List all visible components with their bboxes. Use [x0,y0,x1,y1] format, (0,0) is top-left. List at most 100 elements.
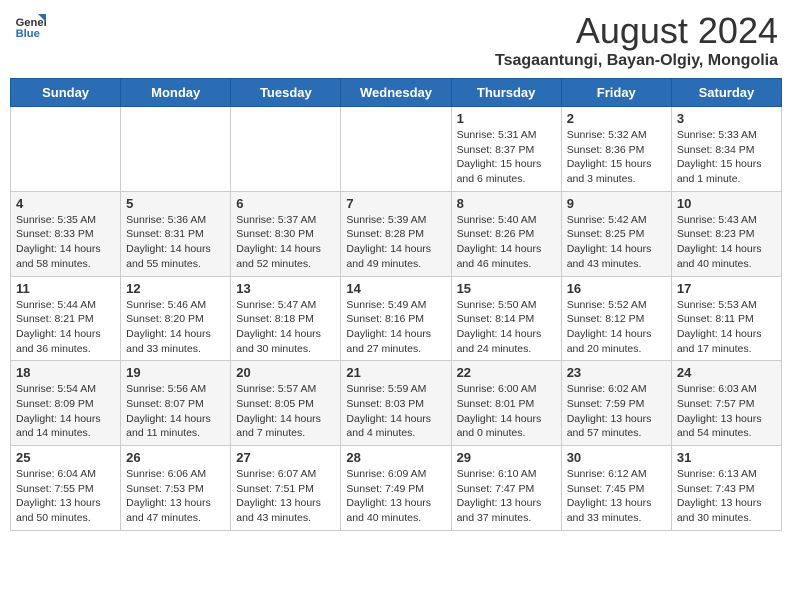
day-number: 14 [346,281,445,296]
cell-content: Sunrise: 5:46 AM Sunset: 8:20 PM Dayligh… [126,298,225,357]
calendar-cell: 29 Sunrise: 6:10 AM Sunset: 7:47 PM Dayli… [451,446,561,531]
logo-icon: General Blue [14,10,46,42]
day-number: 24 [677,365,776,380]
day-number: 3 [677,111,776,126]
day-number: 7 [346,196,445,211]
cell-content: Sunrise: 5:53 AM Sunset: 8:11 PM Dayligh… [677,298,776,357]
calendar-cell [341,107,451,192]
calendar-cell: 6 Sunrise: 5:37 AM Sunset: 8:30 PM Daylig… [231,191,341,276]
cell-content: Sunrise: 5:50 AM Sunset: 8:14 PM Dayligh… [457,298,556,357]
day-number: 19 [126,365,225,380]
calendar-cell: 25 Sunrise: 6:04 AM Sunset: 7:55 PM Dayli… [11,446,121,531]
header-row: SundayMondayTuesdayWednesdayThursdayFrid… [11,79,782,107]
cell-content: Sunrise: 5:37 AM Sunset: 8:30 PM Dayligh… [236,213,335,272]
calendar-cell: 1 Sunrise: 5:31 AM Sunset: 8:37 PM Daylig… [451,107,561,192]
calendar-cell: 3 Sunrise: 5:33 AM Sunset: 8:34 PM Daylig… [671,107,781,192]
calendar-cell: 11 Sunrise: 5:44 AM Sunset: 8:21 PM Dayli… [11,276,121,361]
calendar-cell: 18Sunrise: 5:54 AM Sunset: 8:09 PM Dayli… [11,361,121,446]
header-day: Monday [121,79,231,107]
calendar-cell: 16Sunrise: 5:52 AM Sunset: 8:12 PM Dayli… [561,276,671,361]
calendar-cell: 8 Sunrise: 5:40 AM Sunset: 8:26 PM Daylig… [451,191,561,276]
header-day: Friday [561,79,671,107]
day-number: 20 [236,365,335,380]
calendar-row: 18Sunrise: 5:54 AM Sunset: 8:09 PM Dayli… [11,361,782,446]
logo: General Blue [14,10,46,42]
day-number: 26 [126,450,225,465]
day-number: 15 [457,281,556,296]
day-number: 4 [16,196,115,211]
calendar-row: 4 Sunrise: 5:35 AM Sunset: 8:33 PM Daylig… [11,191,782,276]
cell-content: Sunrise: 6:13 AM Sunset: 7:43 PM Dayligh… [677,467,776,526]
day-number: 27 [236,450,335,465]
calendar-body: 1 Sunrise: 5:31 AM Sunset: 8:37 PM Daylig… [11,107,782,531]
location: Tsagaantungi, Bayan-Olgiy, Mongolia [495,52,778,70]
calendar-header: SundayMondayTuesdayWednesdayThursdayFrid… [11,79,782,107]
day-number: 31 [677,450,776,465]
cell-content: Sunrise: 5:43 AM Sunset: 8:23 PM Dayligh… [677,213,776,272]
cell-content: Sunrise: 5:54 AM Sunset: 8:09 PM Dayligh… [16,382,115,441]
cell-content: Sunrise: 5:42 AM Sunset: 8:25 PM Dayligh… [567,213,666,272]
calendar-cell: 21 Sunrise: 5:59 AM Sunset: 8:03 PM Dayli… [341,361,451,446]
cell-content: Sunrise: 5:32 AM Sunset: 8:36 PM Dayligh… [567,128,666,187]
cell-content: Sunrise: 5:59 AM Sunset: 8:03 PM Dayligh… [346,382,445,441]
day-number: 17 [677,281,776,296]
day-number: 10 [677,196,776,211]
calendar-cell: 12 Sunrise: 5:46 AM Sunset: 8:20 PM Dayli… [121,276,231,361]
header-day: Saturday [671,79,781,107]
cell-content: Sunrise: 6:10 AM Sunset: 7:47 PM Dayligh… [457,467,556,526]
day-number: 29 [457,450,556,465]
calendar-cell: 24Sunrise: 6:03 AM Sunset: 7:57 PM Dayli… [671,361,781,446]
cell-content: Sunrise: 6:02 AM Sunset: 7:59 PM Dayligh… [567,382,666,441]
day-number: 16 [567,281,666,296]
calendar-cell: 2Sunrise: 5:32 AM Sunset: 8:36 PM Daylig… [561,107,671,192]
cell-content: Sunrise: 5:33 AM Sunset: 8:34 PM Dayligh… [677,128,776,187]
day-number: 30 [567,450,666,465]
calendar-cell: 27 Sunrise: 6:07 AM Sunset: 7:51 PM Dayli… [231,446,341,531]
day-number: 22 [457,365,556,380]
calendar-cell: 7Sunrise: 5:39 AM Sunset: 8:28 PM Daylig… [341,191,451,276]
calendar-row: 25 Sunrise: 6:04 AM Sunset: 7:55 PM Dayli… [11,446,782,531]
calendar-cell: 13Sunrise: 5:47 AM Sunset: 8:18 PM Dayli… [231,276,341,361]
month-year: August 2024 [495,10,778,52]
day-number: 9 [567,196,666,211]
day-number: 8 [457,196,556,211]
svg-text:General: General [16,17,46,29]
header: General Blue August 2024 Tsagaantungi, B… [10,10,782,70]
calendar-row: 11 Sunrise: 5:44 AM Sunset: 8:21 PM Dayli… [11,276,782,361]
cell-content: Sunrise: 5:57 AM Sunset: 8:05 PM Dayligh… [236,382,335,441]
cell-content: Sunrise: 6:12 AM Sunset: 7:45 PM Dayligh… [567,467,666,526]
day-number: 21 [346,365,445,380]
cell-content: Sunrise: 6:07 AM Sunset: 7:51 PM Dayligh… [236,467,335,526]
cell-content: Sunrise: 5:49 AM Sunset: 8:16 PM Dayligh… [346,298,445,357]
calendar-table: SundayMondayTuesdayWednesdayThursdayFrid… [10,78,782,531]
day-number: 6 [236,196,335,211]
calendar-cell [11,107,121,192]
cell-content: Sunrise: 6:04 AM Sunset: 7:55 PM Dayligh… [16,467,115,526]
header-day: Thursday [451,79,561,107]
header-day: Wednesday [341,79,451,107]
svg-text:Blue: Blue [16,28,40,40]
calendar-cell: 26 Sunrise: 6:06 AM Sunset: 7:53 PM Dayli… [121,446,231,531]
calendar-cell: 23 Sunrise: 6:02 AM Sunset: 7:59 PM Dayli… [561,361,671,446]
cell-content: Sunrise: 5:31 AM Sunset: 8:37 PM Dayligh… [457,128,556,187]
calendar-cell: 17 Sunrise: 5:53 AM Sunset: 8:11 PM Dayli… [671,276,781,361]
calendar-cell: 28 Sunrise: 6:09 AM Sunset: 7:49 PM Dayli… [341,446,451,531]
calendar-cell: 19 Sunrise: 5:56 AM Sunset: 8:07 PM Dayli… [121,361,231,446]
cell-content: Sunrise: 5:40 AM Sunset: 8:26 PM Dayligh… [457,213,556,272]
cell-content: Sunrise: 5:56 AM Sunset: 8:07 PM Dayligh… [126,382,225,441]
day-number: 13 [236,281,335,296]
day-number: 11 [16,281,115,296]
calendar-cell: 31 Sunrise: 6:13 AM Sunset: 7:43 PM Dayli… [671,446,781,531]
cell-content: Sunrise: 5:35 AM Sunset: 8:33 PM Dayligh… [16,213,115,272]
day-number: 28 [346,450,445,465]
day-number: 12 [126,281,225,296]
cell-content: Sunrise: 6:06 AM Sunset: 7:53 PM Dayligh… [126,467,225,526]
day-number: 25 [16,450,115,465]
calendar-cell [231,107,341,192]
title-area: August 2024 Tsagaantungi, Bayan-Olgiy, M… [495,10,778,70]
day-number: 1 [457,111,556,126]
cell-content: Sunrise: 5:44 AM Sunset: 8:21 PM Dayligh… [16,298,115,357]
cell-content: Sunrise: 6:09 AM Sunset: 7:49 PM Dayligh… [346,467,445,526]
day-number: 23 [567,365,666,380]
calendar-cell: 20 Sunrise: 5:57 AM Sunset: 8:05 PM Dayli… [231,361,341,446]
